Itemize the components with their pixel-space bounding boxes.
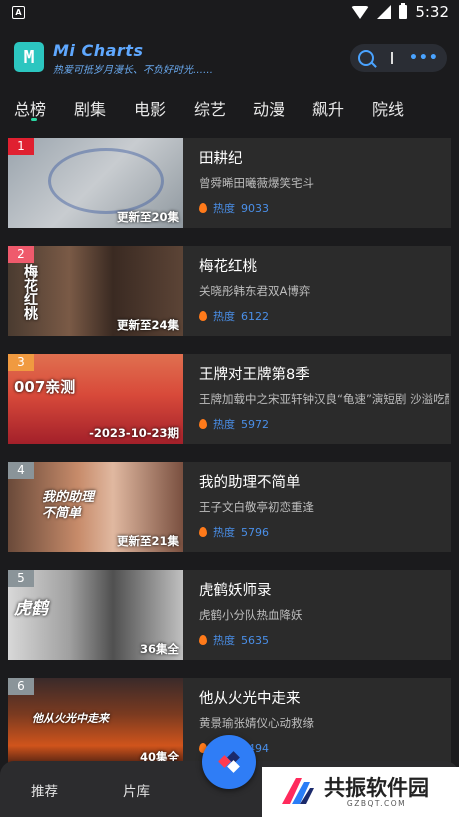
show-title: 他从火光中走来 bbox=[199, 691, 301, 707]
show-desc: 虎鹤小分队热血降妖 bbox=[199, 608, 303, 622]
fire-icon bbox=[199, 527, 207, 537]
tab-series[interactable]: 剧集 bbox=[74, 96, 106, 120]
more-dots-icon[interactable]: ••• bbox=[409, 50, 439, 66]
heat-label: 热度 bbox=[213, 634, 235, 647]
episode-label: 更新至21集 bbox=[116, 534, 179, 548]
poster-text: 梅花红桃 bbox=[22, 264, 38, 320]
rank-badge: 6 bbox=[8, 678, 34, 695]
list-item[interactable]: 我的助理不简单 4 更新至21集 我的助理不简单 王子文白敬亭初恋重逢 热度 5… bbox=[8, 462, 451, 552]
show-title: 王牌对王牌第8季 bbox=[199, 367, 310, 383]
heat-value: 6122 bbox=[241, 309, 269, 323]
poster-text: 我的助理不简单 bbox=[42, 490, 95, 521]
list-item[interactable]: 1 更新至20集 田耕纪 曾舜晞田曦薇爆笑宅斗 热度 9033 bbox=[8, 138, 451, 228]
episode-label: 更新至24集 bbox=[116, 318, 179, 332]
status-bar: A 5:32 bbox=[0, 0, 459, 26]
fire-icon bbox=[199, 635, 207, 645]
rank-badge: 2 bbox=[8, 246, 34, 263]
heat-label: 热度 bbox=[213, 526, 235, 539]
poster-image: 梅花红桃 2 更新至24集 bbox=[8, 246, 183, 336]
search-icon[interactable] bbox=[358, 50, 375, 66]
episode-label: 36集全 bbox=[139, 642, 179, 656]
app-logo-icon: M bbox=[14, 42, 44, 72]
list-item[interactable]: 虎鹤 5 36集全 虎鹤妖师录 虎鹤小分队热血降妖 热度 5635 bbox=[8, 570, 451, 660]
site-watermark: 共振软件园 GZBQT.COM bbox=[262, 767, 459, 817]
rank-badge: 5 bbox=[8, 570, 34, 587]
poster-image: 他从火光中走来 6 40集全 bbox=[8, 678, 183, 768]
poster-image: 1 更新至20集 bbox=[8, 138, 183, 228]
tab-anime[interactable]: 动漫 bbox=[253, 96, 285, 120]
app-header: M Mi Charts 热爱可抵岁月漫长、不负好时光…… ••• bbox=[0, 34, 459, 86]
show-title: 梅花红桃 bbox=[199, 259, 257, 275]
tab-overall[interactable]: 总榜 bbox=[14, 96, 46, 120]
fab-logo-icon bbox=[218, 751, 240, 773]
tab-cinema[interactable]: 院线 bbox=[372, 96, 404, 120]
poster-text: 虎鹤 bbox=[14, 599, 48, 619]
wifi-icon bbox=[351, 5, 370, 19]
heat-label: 热度 bbox=[213, 418, 235, 431]
poster-image: 007亲测 3 -2023-10-23期 bbox=[8, 354, 183, 444]
poster-image: 虎鹤 5 36集全 bbox=[8, 570, 183, 660]
fire-icon bbox=[199, 419, 207, 429]
episode-label: -2023-10-23期 bbox=[89, 426, 179, 440]
poster-text: 007亲测 bbox=[14, 378, 76, 396]
heat-value: 5972 bbox=[241, 417, 269, 431]
heat-row: 热度 5635 bbox=[199, 632, 269, 648]
show-title: 虎鹤妖师录 bbox=[199, 583, 272, 599]
status-time: 5:32 bbox=[415, 3, 449, 21]
heat-label: 热度 bbox=[213, 310, 235, 323]
show-desc: 黄景瑜张婧仪心动救缘 bbox=[199, 716, 314, 730]
notification-a-icon: A bbox=[12, 6, 25, 19]
rank-badge: 4 bbox=[8, 462, 34, 479]
tab-rising[interactable]: 飙升 bbox=[312, 96, 344, 120]
fire-icon bbox=[199, 203, 207, 213]
header-actions: ••• bbox=[350, 44, 447, 72]
heat-row: 热度 6122 bbox=[199, 308, 269, 324]
show-desc: 曾舜晞田曦薇爆笑宅斗 bbox=[199, 176, 314, 190]
heat-value: 9033 bbox=[241, 201, 269, 215]
status-icons: 5:32 bbox=[351, 3, 449, 21]
signal-icon bbox=[377, 5, 392, 19]
heat-value: 5796 bbox=[241, 525, 269, 539]
active-tab-indicator bbox=[31, 118, 37, 121]
poster-image: 我的助理不简单 4 更新至21集 bbox=[8, 462, 183, 552]
app-title: Mi Charts bbox=[53, 41, 144, 60]
action-divider bbox=[390, 52, 393, 64]
watermark-logo-icon bbox=[278, 774, 316, 810]
show-title: 我的助理不简单 bbox=[199, 475, 301, 491]
list-item[interactable]: 梅花红桃 2 更新至24集 梅花红桃 关晓彤韩东君双A博弈 热度 6122 bbox=[8, 246, 451, 336]
poster-watermark-ring bbox=[48, 148, 164, 214]
show-desc: 关晓彤韩东君双A博弈 bbox=[199, 284, 311, 298]
heat-label: 热度 bbox=[213, 202, 235, 215]
rank-badge: 3 bbox=[8, 354, 34, 371]
floating-action-button[interactable] bbox=[202, 735, 256, 789]
watermark-sub: GZBQT.COM bbox=[346, 798, 407, 808]
nav-recommend[interactable]: 推荐 bbox=[31, 780, 58, 800]
poster-text: 他从火光中走来 bbox=[32, 712, 109, 725]
app-subtitle: 热爱可抵岁月漫长、不负好时光…… bbox=[53, 65, 213, 76]
list-item[interactable]: 007亲测 3 -2023-10-23期 王牌对王牌第8季 王牌加载中之宋亚轩钟… bbox=[8, 354, 451, 444]
show-title: 田耕纪 bbox=[199, 151, 243, 167]
rank-badge: 1 bbox=[8, 138, 34, 155]
tab-movies[interactable]: 电影 bbox=[134, 96, 166, 120]
heat-row: 热度 9033 bbox=[199, 200, 269, 216]
show-desc: 王牌加载中之宋亚轩钟汉良“龟速”演短剧 沙溢吃醋 bbox=[199, 392, 449, 406]
watermark-title: 共振软件园 bbox=[324, 775, 429, 800]
heat-row: 热度 5972 bbox=[199, 416, 269, 432]
category-tabs: 总榜 剧集 电影 综艺 动漫 飙升 院线 bbox=[0, 96, 459, 124]
heat-row: 热度 5796 bbox=[199, 524, 269, 540]
fire-icon bbox=[199, 311, 207, 321]
show-desc: 王子文白敬亭初恋重逢 bbox=[199, 500, 314, 514]
heat-value: 5635 bbox=[241, 633, 269, 647]
episode-label: 更新至20集 bbox=[116, 210, 179, 224]
nav-library[interactable]: 片库 bbox=[123, 780, 150, 800]
tab-variety[interactable]: 综艺 bbox=[194, 96, 226, 120]
battery-icon bbox=[399, 3, 408, 19]
